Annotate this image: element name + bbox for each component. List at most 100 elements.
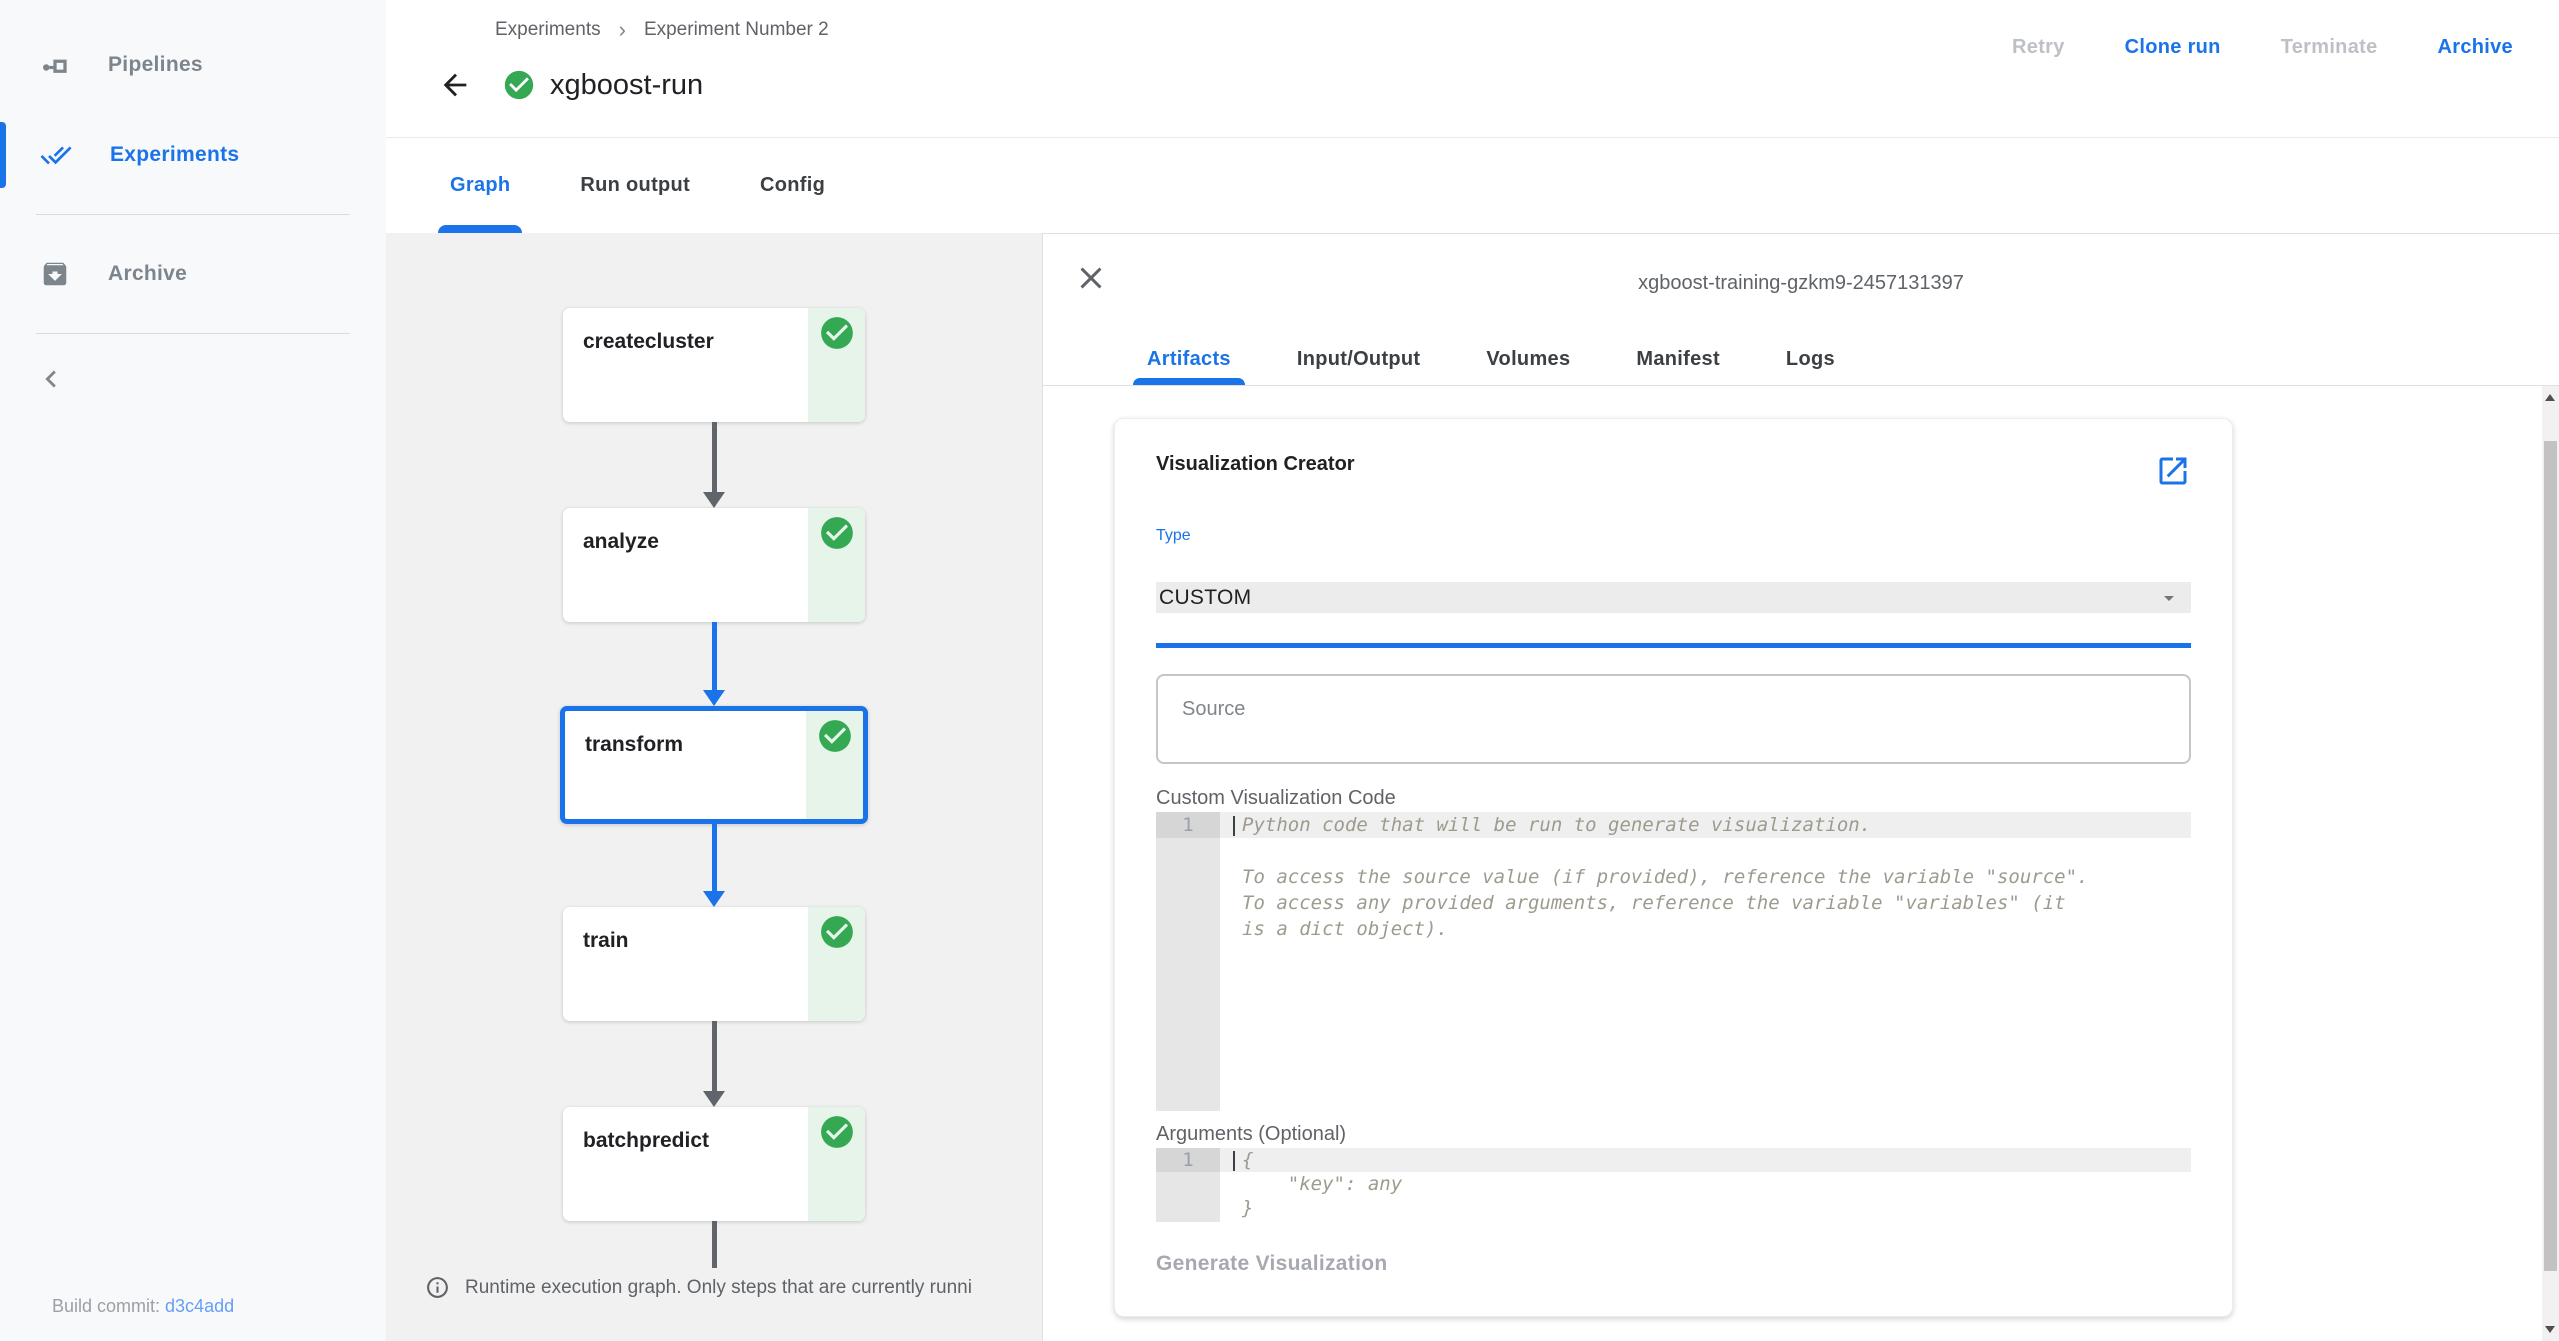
custom-code-editor[interactable]: 1 Python code that will be run to genera… — [1156, 812, 2191, 1111]
step-details-panel: xgboost-training-gzkm9-2457131397 Artifa… — [1042, 233, 2559, 1341]
line-number: 1 — [1156, 1148, 1220, 1172]
page-title: xgboost-run — [550, 68, 704, 101]
tab-label: Input/Output — [1296, 348, 1421, 370]
tab-artifacts[interactable]: Artifacts — [1133, 334, 1245, 385]
pipeline-graph: createcluster analyze transform train ba… — [386, 233, 1042, 1341]
graph-node-train[interactable]: train — [563, 907, 865, 1021]
sidebar-item-label: Pipelines — [108, 53, 203, 76]
tab-label: Volumes — [1486, 348, 1571, 370]
graph-node-transform[interactable]: transform — [560, 706, 868, 824]
clone-run-button[interactable]: Clone run — [2125, 36, 2221, 59]
type-label: Type — [1156, 527, 1191, 544]
breadcrumb-experiment-number-2: Experiment Number 2 — [643, 19, 829, 40]
graph-node-analyze[interactable]: analyze — [563, 508, 865, 622]
open-in-new-button[interactable] — [2155, 453, 2191, 489]
step-title: xgboost-training-gzkm9-2457131397 — [1638, 272, 1964, 294]
retry-button[interactable]: Retry — [2012, 36, 2065, 59]
card-title: Visualization Creator — [1156, 453, 1355, 475]
editor-content: Python code that will be run to generate… — [1220, 812, 2191, 942]
source-input[interactable] — [1156, 674, 2191, 764]
arguments-editor[interactable]: 1 { "key": any } — [1156, 1148, 2191, 1222]
graph-node-batchpredict[interactable]: batchpredict — [563, 1107, 865, 1221]
sidebar-collapse-button[interactable] — [34, 362, 68, 396]
tab-label: Manifest — [1636, 348, 1720, 370]
tab-input-output[interactable]: Input/Output — [1297, 334, 1421, 385]
graph-edge-analyze-transform — [703, 622, 725, 706]
success-check-icon — [821, 1116, 853, 1148]
open-in-new-icon — [2159, 457, 2187, 485]
breadcrumb-experiments[interactable]: Experiments — [495, 19, 601, 41]
graph-edge-batchpredict-out — [703, 1221, 725, 1268]
tab-manifest[interactable]: Manifest — [1636, 334, 1720, 385]
visualization-type-select[interactable]: CUSTOM — [1156, 582, 2191, 613]
editor-gutter: 1 — [1156, 1148, 1220, 1222]
tab-graph[interactable]: Graph — [438, 138, 523, 233]
code-line: is a dict object). — [1242, 918, 1448, 940]
code-editor-label: Custom Visualization Code — [1156, 787, 1396, 809]
success-check-icon — [821, 916, 853, 948]
node-status-strip — [806, 711, 863, 819]
node-label: train — [583, 929, 629, 952]
graph-node-createcluster[interactable]: createcluster — [563, 308, 865, 422]
tab-label: Artifacts — [1147, 348, 1231, 370]
sidebar-item-pipelines[interactable]: Pipelines — [0, 20, 386, 110]
node-label: analyze — [583, 530, 659, 553]
run-tabbar: Graph Run output Config — [386, 137, 2559, 233]
sidebar-divider — [36, 333, 350, 334]
page-header: Experiments › Experiment Number 2 xgboos… — [386, 0, 2559, 137]
selected-type-value: CUSTOM — [1159, 585, 1252, 609]
sidebar: Pipelines Experiments Archive Build comm… — [0, 0, 386, 1341]
success-check-icon — [821, 317, 853, 349]
node-label: createcluster — [583, 330, 714, 353]
success-check-icon — [819, 720, 851, 752]
sidebar-item-archive[interactable]: Archive — [0, 229, 386, 319]
line-number: 1 — [1156, 812, 1220, 838]
node-status-strip — [808, 308, 865, 422]
sidebar-item-experiments[interactable]: Experiments — [0, 110, 386, 200]
node-label: transform — [585, 733, 684, 756]
tab-label: Graph — [450, 174, 511, 196]
back-button[interactable] — [438, 68, 472, 102]
active-indicator — [0, 122, 6, 188]
active-tab-indicator — [1133, 378, 1245, 385]
panel-scrollbar[interactable] — [2542, 386, 2559, 1341]
tab-config[interactable]: Config — [760, 138, 825, 233]
code-line: Python code that will be run to generate… — [1242, 814, 1872, 836]
scrollbar-thumb[interactable] — [2544, 441, 2557, 1271]
success-check-icon — [821, 517, 853, 549]
code-line: } — [1242, 1197, 1254, 1219]
tab-run-output[interactable]: Run output — [580, 138, 690, 233]
experiments-icon — [40, 146, 72, 165]
breadcrumb-separator-icon: › — [618, 17, 626, 42]
tab-volumes[interactable]: Volumes — [1486, 334, 1570, 385]
build-commit-link[interactable]: d3c4add — [165, 1296, 234, 1316]
build-commit-label: Build commit: — [52, 1296, 166, 1316]
archive-icon — [43, 262, 67, 286]
node-label: batchpredict — [583, 1129, 710, 1152]
breadcrumb: Experiments › Experiment Number 2 — [495, 17, 829, 43]
graph-edge-transform-train — [703, 824, 725, 907]
code-line: To access the source value (if provided)… — [1242, 866, 2089, 888]
editor-gutter: 1 — [1156, 812, 1220, 1111]
pipelines-icon — [43, 59, 67, 73]
graph-edge-createcluster-analyze — [703, 422, 725, 508]
info-icon — [427, 1277, 448, 1298]
text-cursor — [1233, 816, 1235, 836]
editor-content: { "key": any } — [1220, 1148, 2191, 1220]
graph-info-text: Runtime execution graph. Only steps that… — [465, 1276, 972, 1298]
archive-button[interactable]: Archive — [2438, 36, 2513, 59]
run-title-row: xgboost-run — [438, 68, 703, 102]
scroll-down-arrow-icon[interactable] — [2545, 1326, 2555, 1333]
terminate-button[interactable]: Terminate — [2281, 36, 2378, 59]
arrow-back-icon — [443, 73, 467, 97]
scroll-up-arrow-icon[interactable] — [2545, 394, 2555, 401]
dropdown-arrow-icon — [2164, 595, 2174, 601]
tab-logs[interactable]: Logs — [1786, 334, 1835, 385]
card-header: Visualization Creator — [1156, 453, 2191, 489]
graph-info-banner: Runtime execution graph. Only steps that… — [425, 1275, 972, 1300]
step-tabbar: Artifacts Input/Output Volumes Manifest … — [1043, 334, 2559, 386]
tab-label: Config — [760, 174, 826, 196]
generate-visualization-button[interactable]: Generate Visualization — [1156, 1252, 1387, 1276]
graph-edge-train-batchpredict — [703, 1021, 725, 1107]
